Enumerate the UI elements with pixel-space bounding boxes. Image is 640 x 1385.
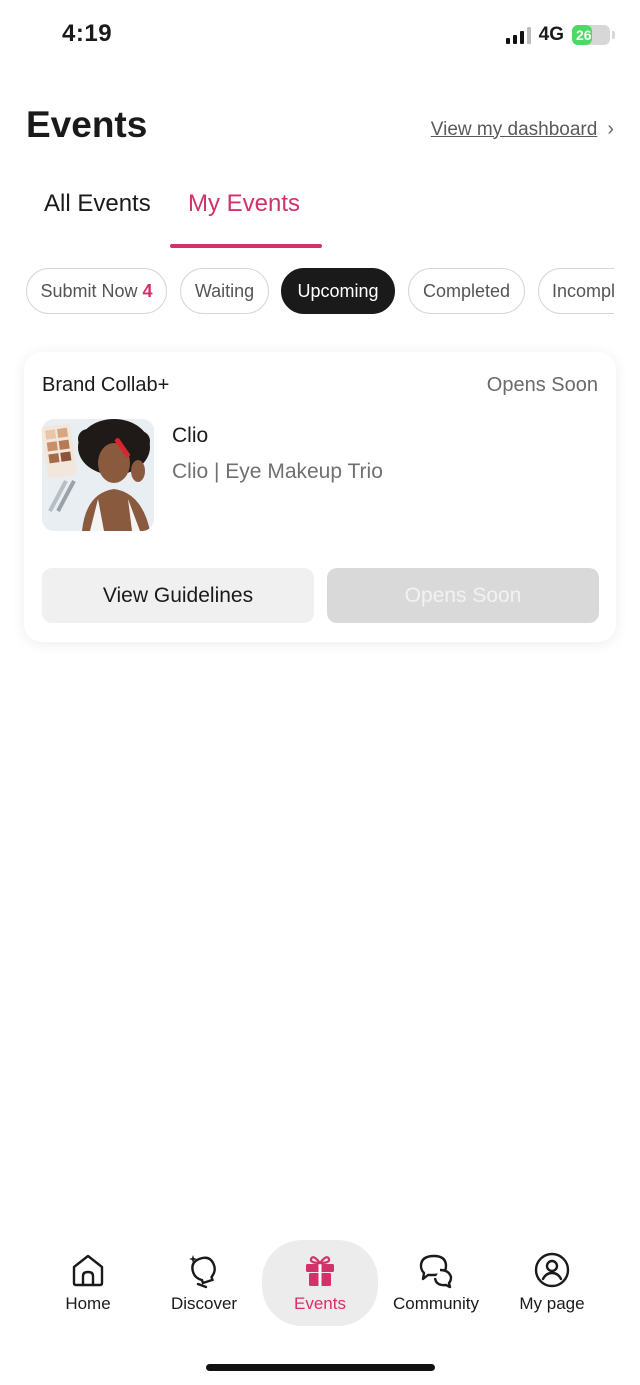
status-filter-chips: Submit Now 4 Waiting Upcoming Completed …: [26, 268, 614, 318]
home-icon: [72, 1254, 104, 1287]
bottom-navigation: Home Discover Events Community My page: [0, 1230, 640, 1340]
filter-chip-waiting[interactable]: Waiting: [180, 268, 269, 314]
filter-chip-upcoming[interactable]: Upcoming: [281, 268, 395, 314]
nav-community[interactable]: Community: [378, 1240, 494, 1326]
status-time: 4:19: [62, 20, 113, 47]
chat-bubbles-icon: [419, 1254, 453, 1289]
view-dashboard-label: View my dashboard: [430, 118, 598, 140]
filter-chip-incomplete[interactable]: Incompl: [538, 268, 614, 314]
event-tabs: All Events My Events: [26, 186, 614, 250]
view-dashboard-link[interactable]: View my dashboard ›: [431, 118, 614, 141]
filter-chip-submit-now[interactable]: Submit Now 4: [26, 268, 167, 314]
nav-my-page[interactable]: My page: [494, 1240, 610, 1326]
nav-events[interactable]: Events: [262, 1240, 378, 1326]
status-bar: 4:19 4G 26: [0, 0, 640, 70]
nav-discover[interactable]: Discover: [146, 1240, 262, 1326]
page-title: Events: [26, 104, 148, 145]
tab-all-events[interactable]: All Events: [44, 190, 151, 218]
nav-events-label: Events: [294, 1294, 346, 1313]
product-photo: [42, 419, 154, 531]
battery-level: 26: [576, 27, 592, 43]
nav-home-label: Home: [65, 1294, 111, 1313]
nav-home[interactable]: Home: [30, 1240, 146, 1326]
nav-community-label: Community: [393, 1294, 479, 1313]
filter-chip-label: Completed: [422, 280, 511, 301]
event-status: Opens Soon: [486, 374, 598, 396]
user-circle-icon: [534, 1252, 570, 1288]
signal-icon: [505, 26, 531, 44]
status-indicators: 4G 26: [505, 24, 615, 46]
page-header: Events View my dashboard ›: [26, 104, 614, 154]
lightbulb-icon: [189, 1255, 216, 1289]
nav-discover-label: Discover: [170, 1294, 238, 1313]
active-tab-indicator: [170, 244, 322, 248]
event-card[interactable]: Brand Collab+ Opens Soon Clio Clio | Eye…: [24, 352, 616, 642]
chevron-right-icon: ›: [607, 118, 614, 140]
filter-chip-completed[interactable]: Completed: [408, 268, 525, 314]
nav-my-page-label: My page: [519, 1294, 585, 1313]
filter-chip-label: Incompl: [552, 280, 614, 301]
tab-my-events[interactable]: My Events: [188, 190, 300, 218]
home-indicator: [206, 1364, 435, 1371]
event-brand: Clio: [172, 424, 209, 447]
event-product: Clio | Eye Makeup Trio: [172, 460, 383, 483]
view-guidelines-button[interactable]: View Guidelines: [42, 568, 314, 623]
event-program: Brand Collab+: [42, 374, 170, 396]
filter-chip-label: Upcoming: [297, 280, 379, 301]
filter-chip-label: Submit Now: [40, 280, 138, 301]
gift-icon: [306, 1256, 334, 1286]
filter-chip-label: Waiting: [194, 280, 255, 301]
battery-icon: 26: [572, 25, 615, 45]
network-type: 4G: [538, 24, 564, 45]
filter-chip-count: 4: [142, 280, 153, 301]
product-thumbnail[interactable]: [42, 419, 154, 531]
opens-soon-button[interactable]: Opens Soon: [327, 568, 599, 623]
